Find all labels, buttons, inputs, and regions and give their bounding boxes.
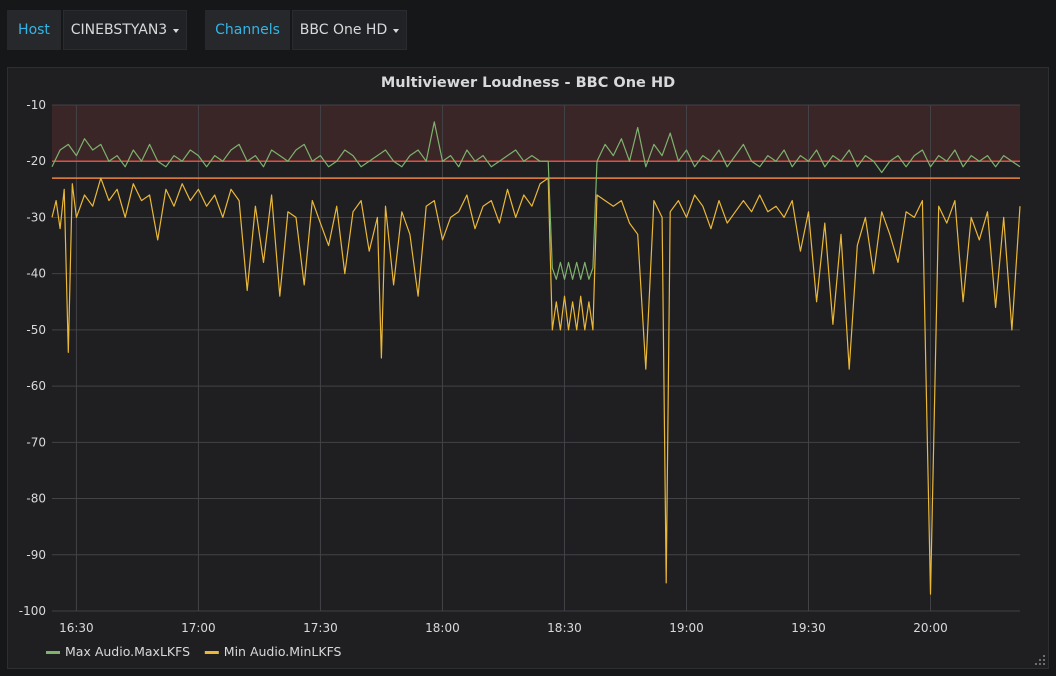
y-tick-label: -30 xyxy=(26,210,46,224)
y-tick-label: -90 xyxy=(26,548,46,562)
x-tick-label: 18:30 xyxy=(547,621,582,635)
y-tick-label: -10 xyxy=(26,98,46,112)
caret-down-icon xyxy=(173,29,180,33)
y-tick-label: -100 xyxy=(19,604,46,618)
template-variable-bar: Host CINEBSTYAN3 Channels BBC One HD xyxy=(0,0,1056,62)
caret-down-icon xyxy=(393,29,400,33)
legend-swatch-max xyxy=(46,651,60,654)
legend-item-max[interactable]: Max Audio.MaxLKFS xyxy=(65,644,190,659)
x-tick-label: 16:30 xyxy=(59,621,94,635)
host-variable-value: CINEBSTYAN3 xyxy=(70,22,168,38)
host-variable-dropdown[interactable]: CINEBSTYAN3 xyxy=(63,10,187,50)
loudness-chart: -10 -20 -30 -40 -50 -60 -70 -80 -90 -100 16:30 17:0… xyxy=(19,98,1021,659)
x-tick-label: 17:30 xyxy=(303,621,338,635)
channels-variable-label: Channels xyxy=(205,10,290,50)
channels-variable-value: BBC One HD xyxy=(299,22,388,38)
legend-swatch-min xyxy=(204,651,219,654)
y-tick-label: -80 xyxy=(26,492,46,506)
panel-resize-handle[interactable] xyxy=(1035,655,1045,665)
host-variable-label: Host xyxy=(7,10,61,50)
x-tick-label: 19:00 xyxy=(669,621,704,635)
threshold-region xyxy=(52,105,1020,162)
x-tick-label: 18:00 xyxy=(425,621,460,635)
y-tick-label: -60 xyxy=(26,379,46,393)
graph-panel: Multiviewer Loudness - BBC One HD -10 -20… xyxy=(7,67,1049,669)
x-tick-label: 20:00 xyxy=(913,621,948,635)
x-tick-label: 19:30 xyxy=(791,621,826,635)
legend-item-min[interactable]: Min Audio.MinLKFS xyxy=(224,644,342,659)
y-tick-label: -20 xyxy=(26,154,46,168)
y-tick-label: -70 xyxy=(26,435,46,449)
x-tick-label: 17:00 xyxy=(181,621,216,635)
y-tick-label: -50 xyxy=(26,323,46,337)
y-tick-label: -40 xyxy=(26,267,46,281)
channels-variable-dropdown[interactable]: BBC One HD xyxy=(292,10,407,50)
